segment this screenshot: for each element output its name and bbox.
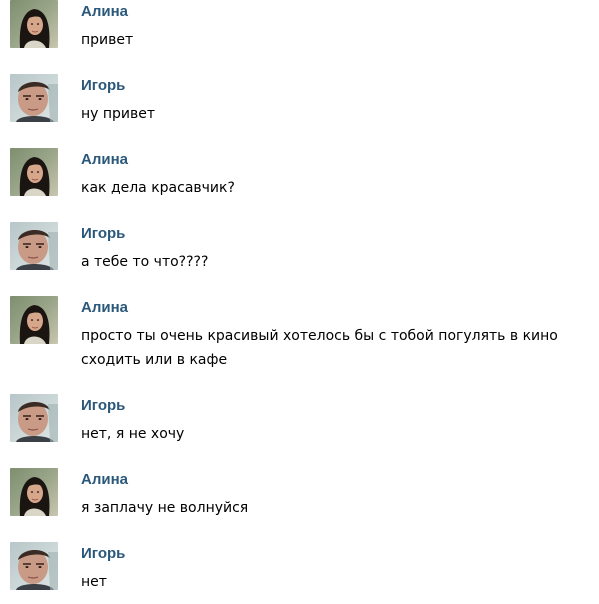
- message-text: ну привет: [81, 106, 156, 122]
- message-text: как дела красавчик?: [81, 180, 235, 196]
- message-text: нет, я не хочу: [81, 426, 185, 442]
- message-text: привет: [81, 32, 134, 48]
- message-text: нет: [81, 574, 107, 590]
- sender-name[interactable]: Игорь: [81, 544, 125, 564]
- sender-name[interactable]: Игорь: [81, 76, 125, 96]
- chat-history: Алина привет Игорь ну привет Алина как д…: [0, 0, 599, 604]
- male-avatar[interactable]: [10, 394, 58, 442]
- sender-name[interactable]: Алина: [81, 2, 128, 22]
- sender-name[interactable]: Алина: [81, 150, 128, 170]
- message-text: я заплачу не волнуйся: [81, 500, 249, 516]
- female-avatar[interactable]: [10, 0, 58, 48]
- male-avatar[interactable]: [10, 542, 58, 590]
- male-avatar[interactable]: [10, 222, 58, 270]
- sender-name[interactable]: Игорь: [81, 396, 125, 416]
- male-avatar[interactable]: [10, 74, 58, 122]
- female-avatar[interactable]: [10, 296, 58, 344]
- female-avatar[interactable]: [10, 468, 58, 516]
- message-text: просто ты очень красивый хотелось бы с т…: [81, 328, 558, 368]
- sender-name[interactable]: Игорь: [81, 224, 125, 244]
- message-text: а тебе то что????: [81, 254, 209, 270]
- female-avatar[interactable]: [10, 148, 58, 196]
- sender-name[interactable]: Алина: [81, 298, 128, 318]
- sender-name[interactable]: Алина: [81, 470, 128, 490]
